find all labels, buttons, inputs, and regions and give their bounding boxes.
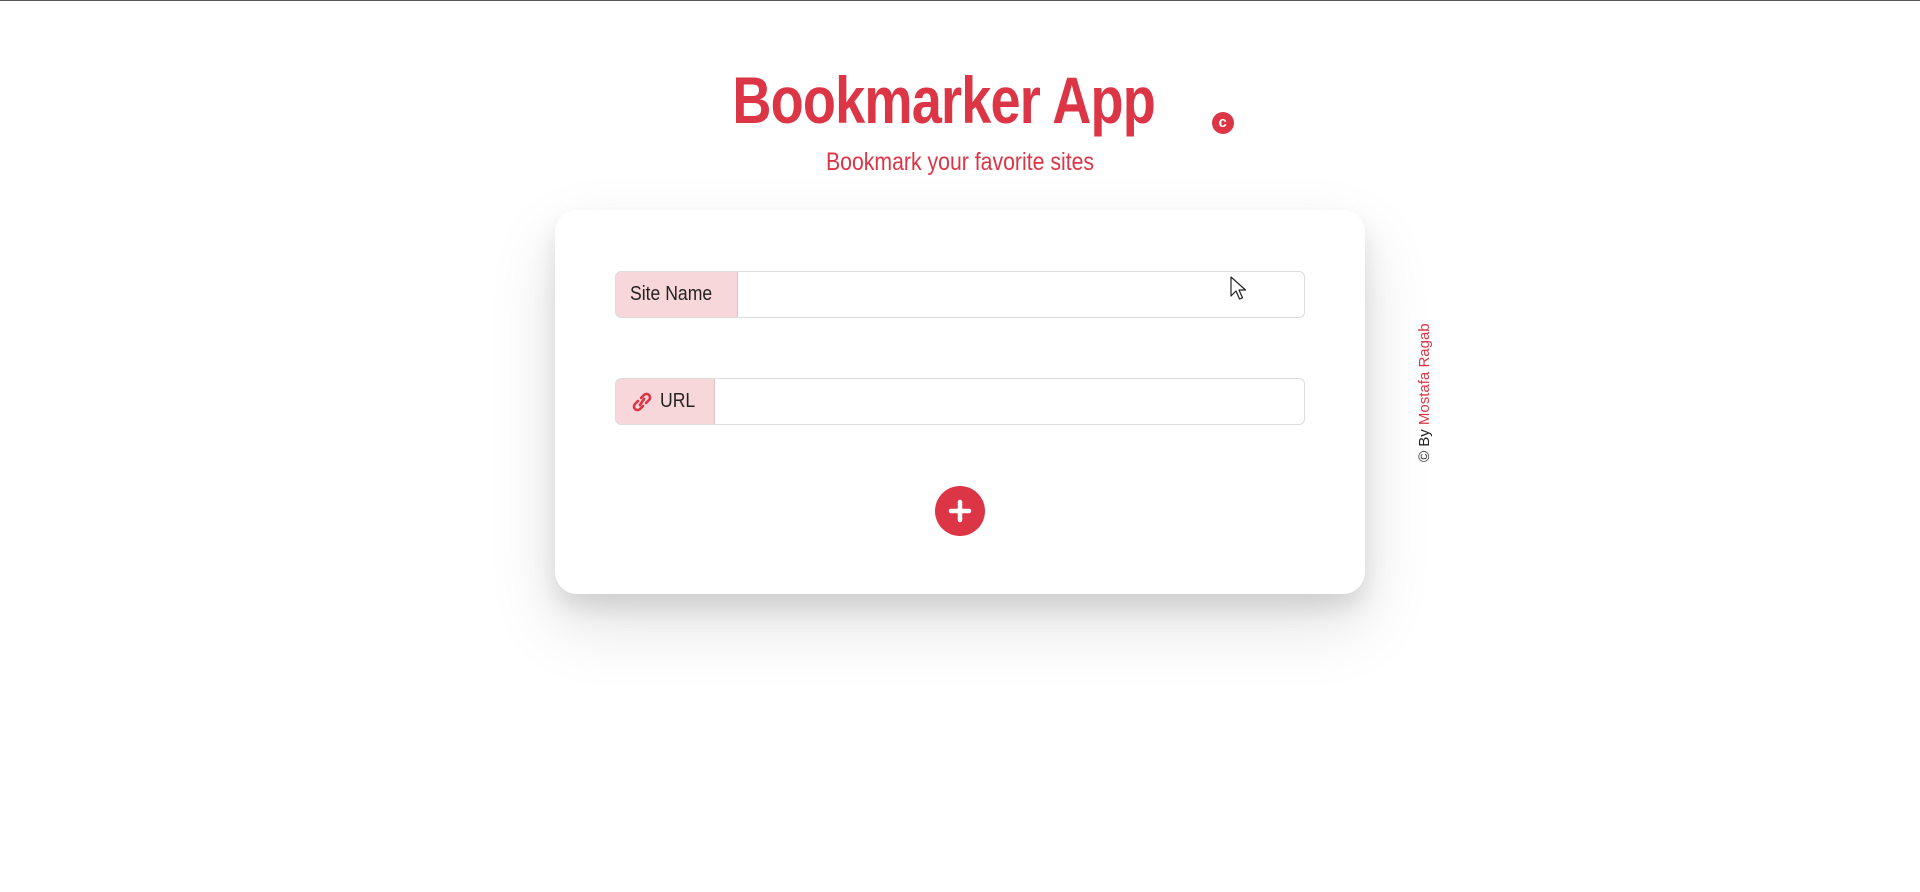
credit-prefix: By: [1416, 429, 1433, 447]
url-addon: URL: [616, 379, 716, 424]
copyright-icon: c: [1211, 111, 1234, 134]
url-group: URL: [615, 378, 1305, 425]
title-row: Bookmarker App c: [0, 60, 1920, 140]
plus-icon: [948, 499, 972, 523]
bookmark-form-card: Site Name URL: [555, 210, 1365, 594]
site-name-label: Site Name: [630, 283, 713, 305]
top-border: [0, 0, 1920, 1]
link-icon: [630, 392, 654, 412]
credit-copyright-icon: ©: [1416, 450, 1433, 462]
site-name-addon: Site Name: [616, 272, 739, 317]
url-label: URL: [660, 390, 696, 412]
site-name-input[interactable]: [738, 272, 1304, 317]
page-title: Bookmarker App: [732, 63, 1156, 137]
page-subtitle: Bookmark your favorite sites: [825, 148, 1095, 176]
url-input[interactable]: [715, 379, 1304, 424]
site-name-group: Site Name: [615, 271, 1305, 318]
add-bookmark-button[interactable]: [935, 486, 985, 536]
page-header: Bookmarker App c Bookmark your favorite s…: [0, 60, 1920, 177]
mouse-cursor-icon: [1230, 276, 1247, 300]
author-credit: © By Mostafa Ragab: [1416, 323, 1433, 462]
credit-author-link[interactable]: Mostafa Ragab: [1416, 323, 1433, 425]
